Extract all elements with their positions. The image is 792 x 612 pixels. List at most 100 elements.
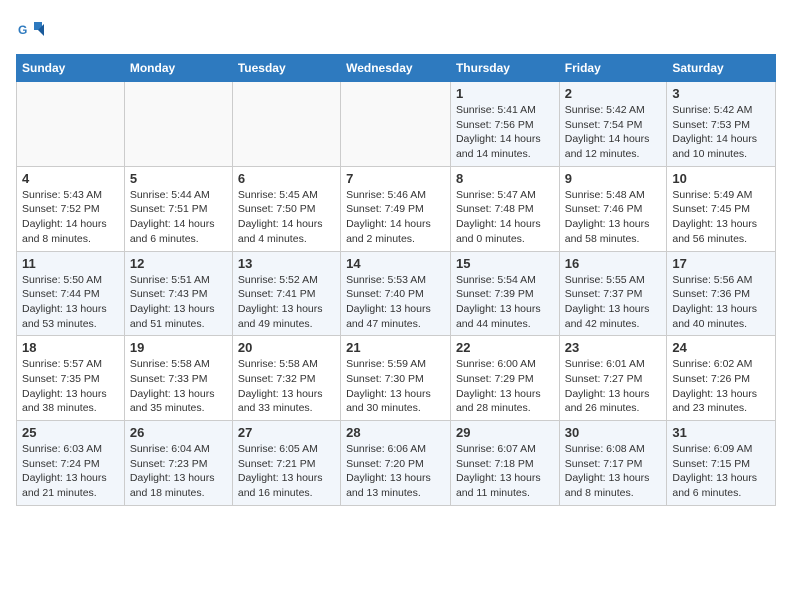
- day-number: 19: [130, 340, 227, 355]
- day-number: 12: [130, 256, 227, 271]
- day-cell: 7 Sunrise: 5:46 AMSunset: 7:49 PMDaylight…: [341, 166, 451, 251]
- svg-text:G: G: [18, 23, 27, 37]
- day-cell: 24Sunrise: 6:02 AMSunset: 7:26 PMDayligh…: [667, 336, 776, 421]
- day-detail: Sunrise: 5:52 AMSunset: 7:41 PMDaylight:…: [238, 273, 335, 332]
- day-detail: Sunrise: 5:47 AMSunset: 7:48 PMDaylight:…: [456, 188, 554, 247]
- day-number: 6: [238, 171, 335, 186]
- day-detail: Sunrise: 5:57 AMSunset: 7:35 PMDaylight:…: [22, 357, 119, 416]
- header: G: [16, 16, 776, 44]
- day-number: 20: [238, 340, 335, 355]
- day-number: 28: [346, 425, 445, 440]
- day-cell: 25 Sunrise: 6:03 AMSunset: 7:24 PMDayligh…: [17, 421, 125, 506]
- header-row: SundayMondayTuesdayWednesdayThursdayFrid…: [17, 55, 776, 82]
- day-cell: 17Sunrise: 5:56 AMSunset: 7:36 PMDayligh…: [667, 251, 776, 336]
- day-detail: Sunrise: 5:50 AMSunset: 7:44 PMDaylight:…: [22, 273, 119, 332]
- day-cell: 9Sunrise: 5:48 AMSunset: 7:46 PMDaylight…: [559, 166, 667, 251]
- day-detail: Sunrise: 5:51 AMSunset: 7:43 PMDaylight:…: [130, 273, 227, 332]
- day-number: 14: [346, 256, 445, 271]
- day-detail: Sunrise: 6:03 AMSunset: 7:24 PMDaylight:…: [22, 442, 119, 501]
- day-cell: [17, 82, 125, 167]
- day-detail: Sunrise: 5:46 AMSunset: 7:49 PMDaylight:…: [346, 188, 445, 247]
- day-number: 21: [346, 340, 445, 355]
- day-cell: 29 Sunrise: 6:07 AMSunset: 7:18 PMDayligh…: [450, 421, 559, 506]
- day-detail: Sunrise: 6:09 AMSunset: 7:15 PMDaylight:…: [672, 442, 770, 501]
- day-detail: Sunrise: 5:55 AMSunset: 7:37 PMDaylight:…: [565, 273, 662, 332]
- day-detail: Sunrise: 6:02 AMSunset: 7:26 PMDaylight:…: [672, 357, 770, 416]
- week-row-1: 1 Sunrise: 5:41 AMSunset: 7:56 PMDaylight…: [17, 82, 776, 167]
- day-number: 22: [456, 340, 554, 355]
- day-cell: 23 Sunrise: 6:01 AMSunset: 7:27 PMDayligh…: [559, 336, 667, 421]
- day-number: 10: [672, 171, 770, 186]
- day-cell: [232, 82, 340, 167]
- day-number: 7: [346, 171, 445, 186]
- day-detail: Sunrise: 6:05 AMSunset: 7:21 PMDaylight:…: [238, 442, 335, 501]
- day-detail: Sunrise: 6:08 AMSunset: 7:17 PMDaylight:…: [565, 442, 662, 501]
- day-cell: 2 Sunrise: 5:42 AMSunset: 7:54 PMDaylight…: [559, 82, 667, 167]
- day-cell: 27 Sunrise: 6:05 AMSunset: 7:21 PMDayligh…: [232, 421, 340, 506]
- day-header-tuesday: Tuesday: [232, 55, 340, 82]
- day-number: 13: [238, 256, 335, 271]
- day-cell: 26 Sunrise: 6:04 AMSunset: 7:23 PMDayligh…: [124, 421, 232, 506]
- day-cell: 14Sunrise: 5:53 AMSunset: 7:40 PMDayligh…: [341, 251, 451, 336]
- day-header-sunday: Sunday: [17, 55, 125, 82]
- day-header-monday: Monday: [124, 55, 232, 82]
- day-number: 29: [456, 425, 554, 440]
- day-cell: 30 Sunrise: 6:08 AMSunset: 7:17 PMDayligh…: [559, 421, 667, 506]
- day-cell: [341, 82, 451, 167]
- week-row-5: 25 Sunrise: 6:03 AMSunset: 7:24 PMDayligh…: [17, 421, 776, 506]
- week-row-2: 4 Sunrise: 5:43 AMSunset: 7:52 PMDaylight…: [17, 166, 776, 251]
- day-detail: Sunrise: 5:54 AMSunset: 7:39 PMDaylight:…: [456, 273, 554, 332]
- day-cell: 19 Sunrise: 5:58 AMSunset: 7:33 PMDayligh…: [124, 336, 232, 421]
- day-cell: 6 Sunrise: 5:45 AMSunset: 7:50 PMDaylight…: [232, 166, 340, 251]
- day-number: 2: [565, 86, 662, 101]
- day-detail: Sunrise: 5:58 AMSunset: 7:32 PMDaylight:…: [238, 357, 335, 416]
- day-cell: 13 Sunrise: 5:52 AMSunset: 7:41 PMDayligh…: [232, 251, 340, 336]
- day-cell: 16 Sunrise: 5:55 AMSunset: 7:37 PMDayligh…: [559, 251, 667, 336]
- day-cell: 21 Sunrise: 5:59 AMSunset: 7:30 PMDayligh…: [341, 336, 451, 421]
- logo-icon: G: [16, 16, 44, 44]
- day-cell: 8 Sunrise: 5:47 AMSunset: 7:48 PMDaylight…: [450, 166, 559, 251]
- day-detail: Sunrise: 6:06 AMSunset: 7:20 PMDaylight:…: [346, 442, 445, 501]
- day-number: 18: [22, 340, 119, 355]
- day-detail: Sunrise: 5:44 AMSunset: 7:51 PMDaylight:…: [130, 188, 227, 247]
- day-cell: 4 Sunrise: 5:43 AMSunset: 7:52 PMDaylight…: [17, 166, 125, 251]
- day-cell: 28 Sunrise: 6:06 AMSunset: 7:20 PMDayligh…: [341, 421, 451, 506]
- week-row-3: 11Sunrise: 5:50 AMSunset: 7:44 PMDayligh…: [17, 251, 776, 336]
- day-header-friday: Friday: [559, 55, 667, 82]
- day-cell: 1 Sunrise: 5:41 AMSunset: 7:56 PMDaylight…: [450, 82, 559, 167]
- day-cell: [124, 82, 232, 167]
- day-detail: Sunrise: 5:43 AMSunset: 7:52 PMDaylight:…: [22, 188, 119, 247]
- day-detail: Sunrise: 5:59 AMSunset: 7:30 PMDaylight:…: [346, 357, 445, 416]
- day-detail: Sunrise: 6:07 AMSunset: 7:18 PMDaylight:…: [456, 442, 554, 501]
- day-number: 8: [456, 171, 554, 186]
- day-detail: Sunrise: 6:04 AMSunset: 7:23 PMDaylight:…: [130, 442, 227, 501]
- day-number: 17: [672, 256, 770, 271]
- day-number: 1: [456, 86, 554, 101]
- logo: G: [16, 16, 48, 44]
- day-detail: Sunrise: 5:41 AMSunset: 7:56 PMDaylight:…: [456, 103, 554, 162]
- day-number: 4: [22, 171, 119, 186]
- day-cell: 15 Sunrise: 5:54 AMSunset: 7:39 PMDayligh…: [450, 251, 559, 336]
- day-detail: Sunrise: 5:42 AMSunset: 7:53 PMDaylight:…: [672, 103, 770, 162]
- day-cell: 18 Sunrise: 5:57 AMSunset: 7:35 PMDayligh…: [17, 336, 125, 421]
- week-row-4: 18 Sunrise: 5:57 AMSunset: 7:35 PMDayligh…: [17, 336, 776, 421]
- day-number: 23: [565, 340, 662, 355]
- day-detail: Sunrise: 5:42 AMSunset: 7:54 PMDaylight:…: [565, 103, 662, 162]
- day-number: 30: [565, 425, 662, 440]
- day-number: 3: [672, 86, 770, 101]
- day-number: 15: [456, 256, 554, 271]
- day-number: 25: [22, 425, 119, 440]
- day-number: 27: [238, 425, 335, 440]
- day-detail: Sunrise: 6:00 AMSunset: 7:29 PMDaylight:…: [456, 357, 554, 416]
- day-number: 26: [130, 425, 227, 440]
- day-detail: Sunrise: 6:01 AMSunset: 7:27 PMDaylight:…: [565, 357, 662, 416]
- day-cell: 22 Sunrise: 6:00 AMSunset: 7:29 PMDayligh…: [450, 336, 559, 421]
- day-header-wednesday: Wednesday: [341, 55, 451, 82]
- day-cell: 11Sunrise: 5:50 AMSunset: 7:44 PMDayligh…: [17, 251, 125, 336]
- day-number: 16: [565, 256, 662, 271]
- day-number: 9: [565, 171, 662, 186]
- day-detail: Sunrise: 5:58 AMSunset: 7:33 PMDaylight:…: [130, 357, 227, 416]
- day-cell: 5Sunrise: 5:44 AMSunset: 7:51 PMDaylight…: [124, 166, 232, 251]
- day-detail: Sunrise: 5:45 AMSunset: 7:50 PMDaylight:…: [238, 188, 335, 247]
- day-header-thursday: Thursday: [450, 55, 559, 82]
